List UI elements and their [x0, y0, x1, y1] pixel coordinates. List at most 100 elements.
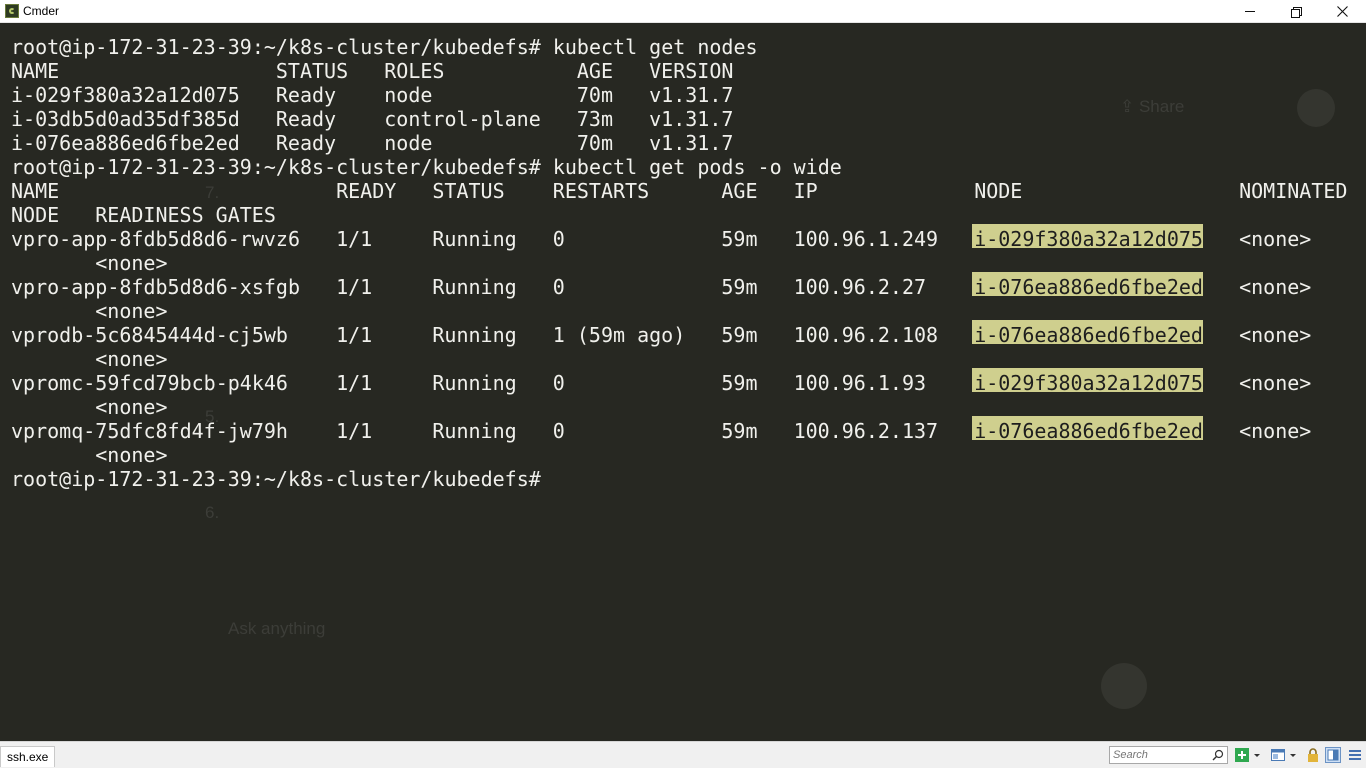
terminal-text: 59m	[721, 275, 758, 299]
terminal-text: <none>	[1239, 419, 1312, 443]
cmder-logo-icon	[5, 4, 19, 18]
terminal-text: <none>	[1239, 323, 1312, 347]
search-box[interactable]	[1109, 746, 1228, 764]
terminal-text: root@ip-172-31-23-39:~/k8s-cluster/kubed…	[11, 155, 842, 179]
terminal-text: 70m	[576, 131, 613, 155]
terminal-text: 100.96.2.137	[793, 419, 939, 443]
highlighted-node-name: i-029f380a32a12d075	[974, 371, 1203, 395]
terminal-text: 70m	[576, 83, 613, 107]
terminal-text: 59m	[721, 227, 758, 251]
highlighted-node-name: i-029f380a32a12d075	[974, 227, 1203, 251]
close-button[interactable]	[1319, 0, 1365, 23]
terminal-text: vpro-app-8fdb5d8d6-rwvz6	[11, 227, 300, 251]
terminal-text: 0	[552, 371, 565, 395]
terminal-text: <none>	[95, 299, 168, 323]
terminal-text: Running	[432, 323, 517, 347]
terminal-text: READY	[336, 179, 397, 203]
terminal-text: root@ip-172-31-23-39:~/k8s-cluster/kubed…	[11, 35, 758, 59]
terminal-text: 59m	[721, 419, 758, 443]
highlighted-node-name: i-076ea886ed6fbe2ed	[974, 275, 1203, 299]
terminal-text: NOMINATED	[1239, 179, 1348, 203]
terminal-text: <none>	[95, 395, 168, 419]
terminal-text: 0	[552, 419, 565, 443]
window-title: Cmder	[23, 4, 60, 18]
window-icon[interactable]	[1325, 747, 1341, 763]
terminal-text: v1.31.7	[649, 83, 734, 107]
restore-icon	[1291, 6, 1302, 18]
highlighted-node-name: i-076ea886ed6fbe2ed	[974, 419, 1203, 443]
lock-icon[interactable]	[1305, 747, 1321, 763]
terminal-console[interactable]: ⇪ Share 7. 6. 5. Ask anything root@ip-17…	[0, 23, 1366, 741]
status-bar: ssh.exe	[0, 741, 1366, 768]
terminal-text: 1 (59m ago)	[552, 323, 686, 347]
minimize-icon	[1245, 11, 1255, 12]
terminal-text: i-03db5d0ad35df385d	[11, 107, 240, 131]
terminal-text: <none>	[1239, 275, 1312, 299]
terminal-text: vpromc-59fcd79bcb-p4k46	[11, 371, 288, 395]
terminal-text: AGE	[721, 179, 758, 203]
terminal-text: node	[384, 131, 433, 155]
terminal-text: <none>	[95, 251, 168, 275]
terminal-text: Running	[432, 275, 517, 299]
search-input[interactable]	[1113, 747, 1209, 763]
terminal-text: 1/1	[336, 227, 373, 251]
terminal-text: root@ip-172-31-23-39:~/k8s-cluster/kubed…	[11, 467, 541, 491]
terminal-text: RESTARTS	[552, 179, 650, 203]
terminal-text: STATUS	[275, 59, 349, 83]
terminal-text: vpro-app-8fdb5d8d6-xsfgb	[11, 275, 300, 299]
terminal-text: 1/1	[336, 275, 373, 299]
layout-icon[interactable]	[1270, 747, 1286, 763]
terminal-text: ROLES	[384, 59, 445, 83]
chevron-down-icon[interactable]	[1288, 747, 1298, 763]
terminal-text: i-076ea886ed6fbe2ed	[11, 131, 240, 155]
terminal-text: Ready	[275, 107, 337, 131]
terminal-text: Running	[432, 419, 517, 443]
terminal-text: IP	[793, 179, 818, 203]
plus-icon[interactable]	[1234, 747, 1250, 763]
terminal-text: v1.31.7	[649, 107, 734, 131]
search-icon[interactable]	[1212, 749, 1224, 761]
terminal-text: NODE	[11, 203, 60, 227]
terminal-text: AGE	[576, 59, 613, 83]
terminal-text: NODE	[974, 179, 1023, 203]
terminal-text: Running	[432, 371, 517, 395]
terminal-text: vprodb-5c6845444d-cj5wb	[11, 323, 288, 347]
terminal-text: 1/1	[336, 371, 373, 395]
terminal-text: vpromq-75dfc8fd4f-jw79h	[11, 419, 288, 443]
terminal-text: 0	[552, 275, 565, 299]
terminal-text: 1/1	[336, 419, 373, 443]
title-bar: Cmder	[0, 0, 1366, 23]
highlighted-node-name: i-076ea886ed6fbe2ed	[974, 323, 1203, 347]
terminal-text: v1.31.7	[649, 131, 734, 155]
terminal-text: 59m	[721, 323, 758, 347]
terminal-text: 100.96.1.249	[793, 227, 939, 251]
terminal-text: <none>	[95, 347, 168, 371]
terminal-text: Running	[432, 227, 517, 251]
terminal-text: i-029f380a32a12d075	[11, 83, 240, 107]
terminal-text: NAME	[11, 59, 60, 83]
terminal-text: node	[384, 83, 433, 107]
terminal-text: <none>	[95, 443, 168, 467]
terminal-text: NAME	[11, 179, 60, 203]
terminal-text: 59m	[721, 371, 758, 395]
terminal-text: VERSION	[649, 59, 734, 83]
terminal-text: 100.96.2.27	[793, 275, 927, 299]
minimize-button[interactable]	[1227, 0, 1273, 23]
terminal-text: <none>	[1239, 371, 1312, 395]
menu-icon[interactable]	[1347, 747, 1363, 763]
terminal-text: READINESS GATES	[95, 203, 276, 227]
close-icon	[1336, 6, 1348, 17]
terminal-text: 1/1	[336, 323, 373, 347]
terminal-text: 100.96.2.108	[793, 323, 939, 347]
terminal-text: 100.96.1.93	[793, 371, 927, 395]
restore-button[interactable]	[1273, 0, 1319, 23]
terminal-text: control-plane	[384, 107, 541, 131]
terminal-text: Ready	[275, 131, 337, 155]
terminal-text: 73m	[576, 107, 613, 131]
console-tab[interactable]: ssh.exe	[0, 746, 56, 767]
terminal-text: <none>	[1239, 227, 1312, 251]
terminal-text: STATUS	[432, 179, 505, 203]
chevron-down-icon[interactable]	[1252, 747, 1262, 763]
terminal-text: 0	[552, 227, 565, 251]
terminal-text: Ready	[275, 83, 337, 107]
